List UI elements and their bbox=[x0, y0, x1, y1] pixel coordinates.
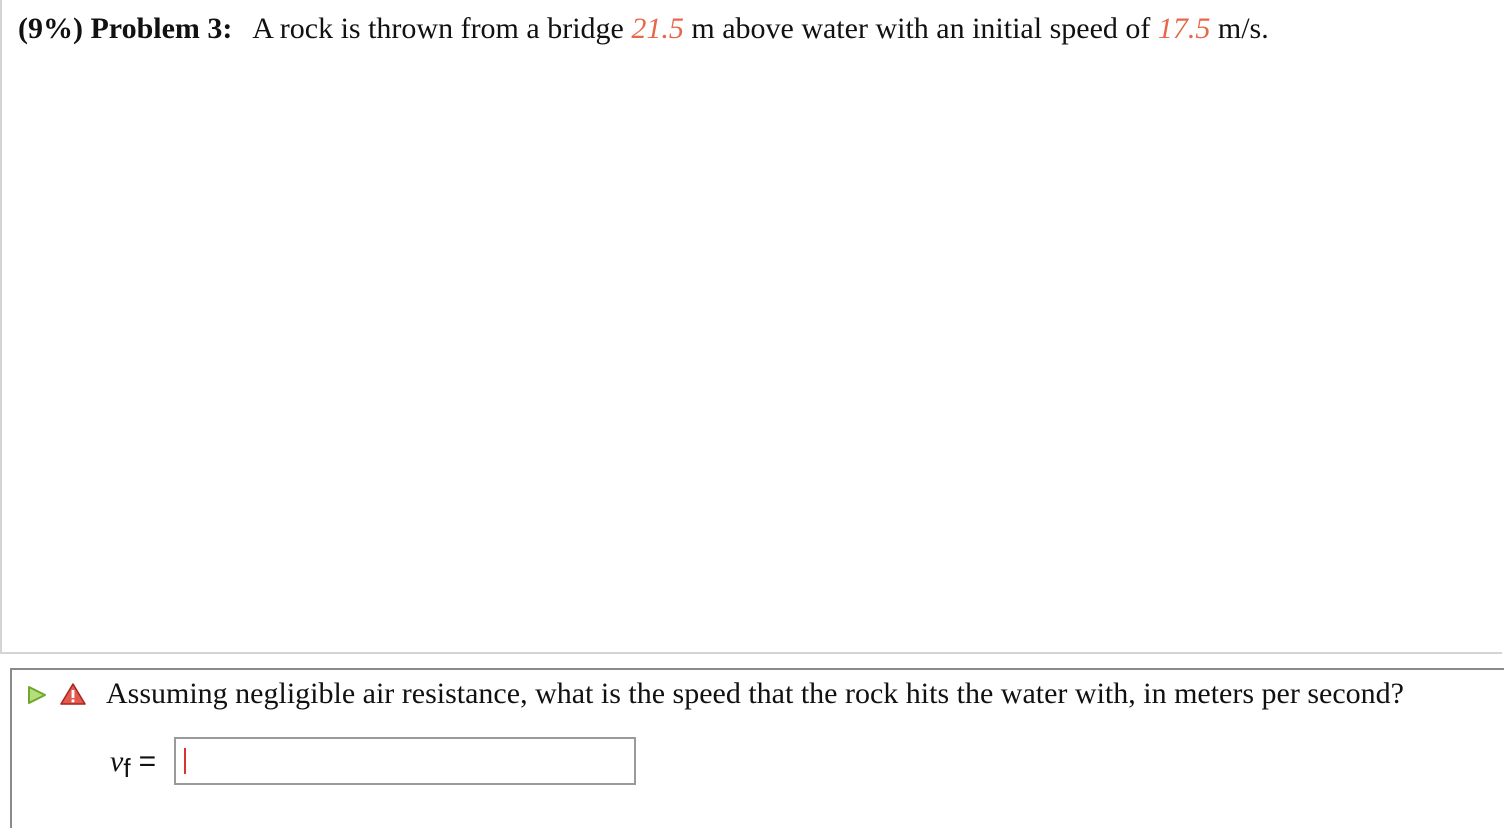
problem-label: Problem 3: bbox=[90, 12, 233, 45]
given-height-value: 21.5 bbox=[631, 12, 684, 45]
problem-statement-panel: (9%) Problem 3: A rock is thrown from a … bbox=[0, 0, 1502, 654]
problem-text-part-2: m above water with an initial speed of bbox=[691, 12, 1151, 45]
problem-text-part-3: m/s. bbox=[1217, 12, 1269, 45]
question-text: Assuming negligible air resistance, what… bbox=[106, 677, 1404, 710]
answer-input[interactable] bbox=[174, 737, 636, 785]
problem-statement: (9%) Problem 3: A rock is thrown from a … bbox=[18, 8, 1269, 50]
warning-icon bbox=[60, 683, 86, 705]
variable-symbol: v bbox=[110, 745, 124, 778]
answer-variable-label: vf = bbox=[110, 742, 156, 788]
problem-weight: (9%) bbox=[18, 12, 83, 45]
question-panel: Assuming negligible air resistance, what… bbox=[10, 668, 1504, 828]
given-speed-value: 17.5 bbox=[1157, 12, 1211, 45]
text-caret bbox=[184, 748, 186, 774]
variable-subscript: f bbox=[123, 753, 131, 783]
equals-sign: = bbox=[138, 745, 157, 778]
play-triangle-icon[interactable] bbox=[26, 684, 48, 706]
problem-text-part-1: A rock is thrown from a bridge bbox=[252, 12, 624, 45]
